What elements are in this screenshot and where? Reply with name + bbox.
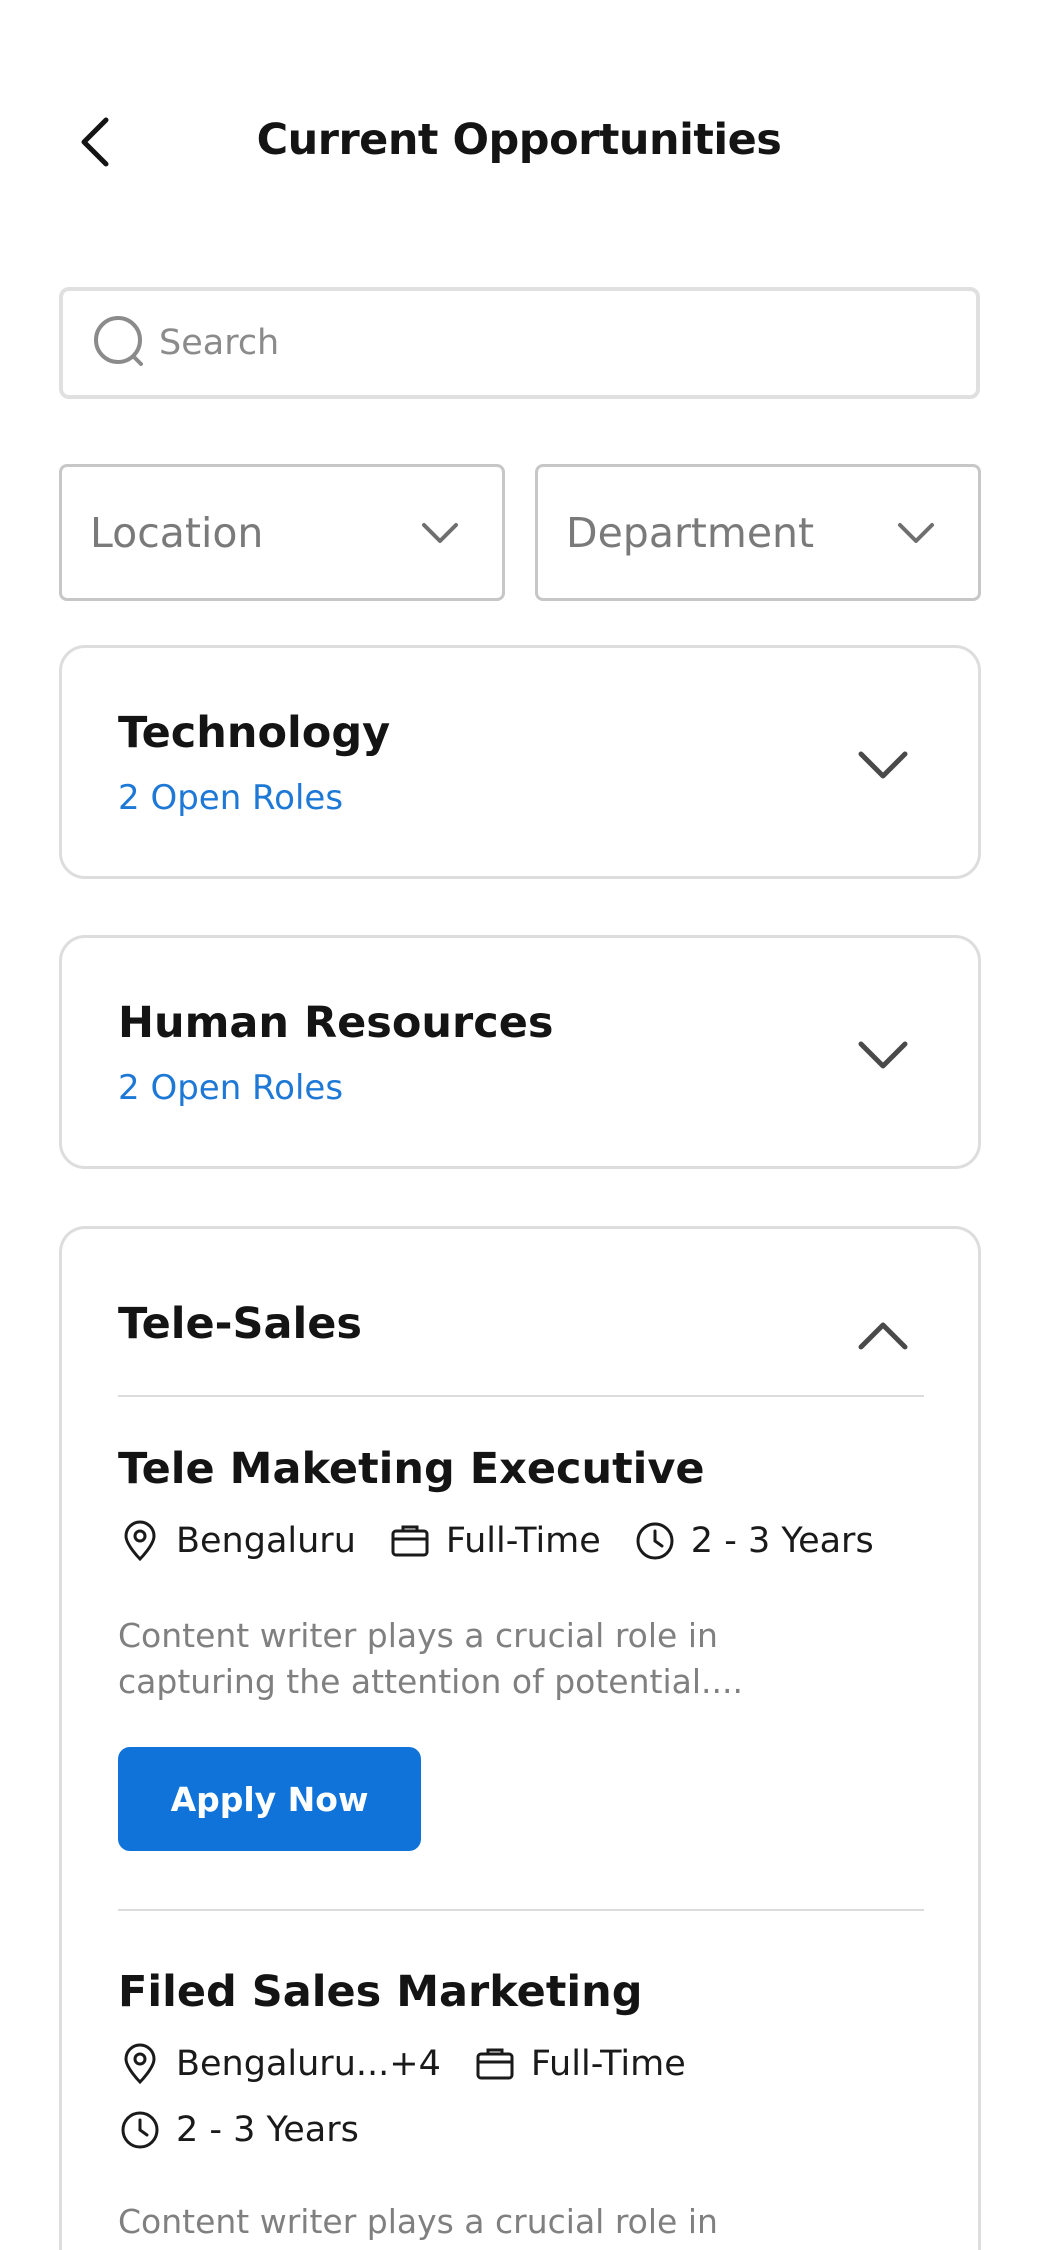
- chevron-up-icon[interactable]: [856, 1309, 910, 1363]
- job-description: Content writer plays a crucial role in c…: [118, 1616, 743, 1701]
- job-type-text: Full-Time: [445, 1521, 601, 1561]
- briefcase-icon: [476, 2048, 514, 2080]
- job-meta: Bengaluru Full-Time 2 - 3 Years: [118, 1519, 906, 1563]
- divider: [118, 1395, 924, 1397]
- department-filter-dropdown[interactable]: Department: [535, 464, 981, 601]
- job-location-text: Bengaluru...+4: [176, 2044, 441, 2084]
- open-roles-count: 2 Open Roles: [118, 778, 344, 818]
- department-name: Human Resources: [118, 998, 554, 1048]
- job-experience: 2 - 3 Years: [118, 2108, 359, 2152]
- opportunities-screen: Current Opportunities Location Departmen…: [0, 0, 1038, 2250]
- job-location: Bengaluru: [118, 1519, 356, 1563]
- job-type-text: Full-Time: [530, 2044, 686, 2084]
- location-filter-dropdown[interactable]: Location: [59, 464, 505, 601]
- open-roles-count: 2 Open Roles: [118, 1068, 344, 1108]
- location-pin-icon: [124, 2043, 156, 2085]
- location-filter-label: Location: [90, 508, 264, 557]
- page-title: Current Opportunities: [256, 115, 782, 165]
- apply-now-button[interactable]: Apply Now: [118, 1747, 421, 1851]
- clock-icon: [121, 2111, 159, 2149]
- department-name: Technology: [118, 708, 391, 758]
- chevron-down-icon[interactable]: [856, 738, 910, 792]
- job-type: Full-Time: [388, 1519, 601, 1563]
- clock-icon: [636, 1522, 674, 1560]
- job-title[interactable]: Tele Maketing Executive: [118, 1444, 705, 1494]
- search-box[interactable]: [59, 287, 980, 399]
- search-icon: [94, 316, 143, 366]
- department-filter-label: Department: [566, 508, 815, 557]
- job-experience-text: 2 - 3 Years: [690, 1521, 874, 1561]
- job-meta: 2 - 3 Years: [118, 2108, 391, 2152]
- location-pin-icon: [124, 1520, 156, 1562]
- job-type: Full-Time: [473, 2042, 686, 2086]
- department-name[interactable]: Tele-Sales: [118, 1299, 362, 1349]
- chevron-down-icon: [898, 522, 934, 543]
- department-card-technology[interactable]: Technology 2 Open Roles: [59, 645, 981, 879]
- chevron-down-icon[interactable]: [856, 1028, 910, 1082]
- briefcase-icon: [391, 1525, 429, 1557]
- job-title[interactable]: Filed Sales Marketing: [118, 1967, 643, 2017]
- department-card-human-resources[interactable]: Human Resources 2 Open Roles: [59, 935, 981, 1169]
- job-experience: 2 - 3 Years: [633, 1519, 874, 1563]
- divider: [118, 1909, 924, 1911]
- job-location-text: Bengaluru: [176, 1521, 356, 1561]
- search-input[interactable]: [159, 323, 976, 363]
- chevron-down-icon: [422, 522, 458, 543]
- job-location: Bengaluru...+4: [118, 2042, 441, 2086]
- job-meta: Bengaluru...+4 Full-Time: [118, 2042, 718, 2086]
- department-card-tele-sales: Tele-Sales Tele Maketing Executive Benga…: [59, 1226, 981, 2250]
- job-experience-text: 2 - 3 Years: [176, 2110, 359, 2150]
- job-description: Content writer plays a crucial role in: [118, 2202, 718, 2241]
